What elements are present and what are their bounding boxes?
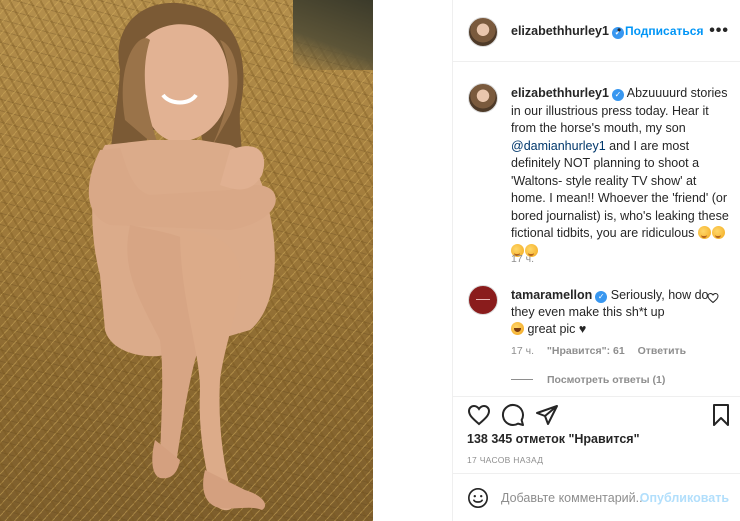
post-caption: elizabethhurley1 ✓ Abzuuuurd stories in o… (511, 85, 733, 260)
separator-dot: • (617, 23, 622, 37)
verified-badge-icon: ✓ (611, 89, 624, 101)
comment-text-tail: great pic ♥ (527, 322, 587, 336)
paper-plane-icon[interactable] (535, 403, 559, 427)
publish-button[interactable]: Опубликовать (640, 491, 729, 505)
comment-item: tamaramellon ✓ Seriously, how do they eve… (511, 287, 711, 338)
comment-meta: 17 ч. "Нравится": 61 Ответить (511, 345, 696, 357)
emoji-icon (711, 226, 725, 239)
comment-input[interactable] (501, 488, 643, 508)
caption-mention-link[interactable]: @damianhurley1 (511, 139, 606, 153)
commenter-avatar[interactable] (468, 285, 498, 315)
more-options-icon[interactable]: ••• (709, 22, 729, 40)
reply-button[interactable]: Ответить (638, 345, 687, 357)
comment-timestamp[interactable]: 17 ч. (511, 345, 534, 357)
post-side-panel: elizabethhurley1 ✓ • Подписаться ••• eliz… (452, 0, 740, 521)
commenter-username[interactable]: tamaramellon (511, 288, 592, 302)
bookmark-icon[interactable] (709, 403, 733, 427)
post-photo[interactable] (0, 0, 373, 521)
view-replies-button[interactable]: Посмотреть ответы (1) (511, 374, 665, 386)
verified-badge-icon: ✓ (595, 291, 608, 303)
emoji-picker-icon[interactable] (467, 487, 489, 509)
add-comment-bar: Опубликовать (453, 473, 740, 521)
comment-likes-count[interactable]: "Нравится": 61 (547, 345, 625, 357)
follow-button[interactable]: Подписаться (625, 24, 703, 38)
caption-author-avatar[interactable] (468, 83, 498, 113)
author-username[interactable]: elizabethhurley1 ✓ (511, 24, 624, 39)
caption-timestamp[interactable]: 17 ч. (511, 253, 534, 265)
comment-like-heart-icon[interactable] (707, 292, 719, 304)
view-replies-label[interactable]: Посмотреть ответы (1) (547, 374, 665, 386)
caption-username[interactable]: elizabethhurley1 (511, 86, 609, 100)
photo-figure (88, 2, 276, 511)
likes-count[interactable]: 138 345 отметок "Нравится" (467, 432, 640, 446)
laughing-emoji-icon (511, 322, 524, 335)
posted-time[interactable]: 17 ЧАСОВ НАЗАД (467, 455, 543, 465)
comments-section: elizabethhurley1 ✓ Abzuuuurd stories in o… (453, 63, 740, 396)
emoji-icon (697, 226, 711, 239)
comment-icon[interactable] (501, 403, 525, 427)
post-header: elizabethhurley1 ✓ • Подписаться ••• (453, 0, 740, 62)
caption-text-2: and I are most definitely NOT planning t… (511, 138, 729, 241)
replies-divider (511, 379, 533, 380)
author-avatar[interactable] (468, 17, 498, 47)
author-username-text[interactable]: elizabethhurley1 (511, 24, 609, 38)
heart-icon[interactable] (467, 403, 491, 427)
